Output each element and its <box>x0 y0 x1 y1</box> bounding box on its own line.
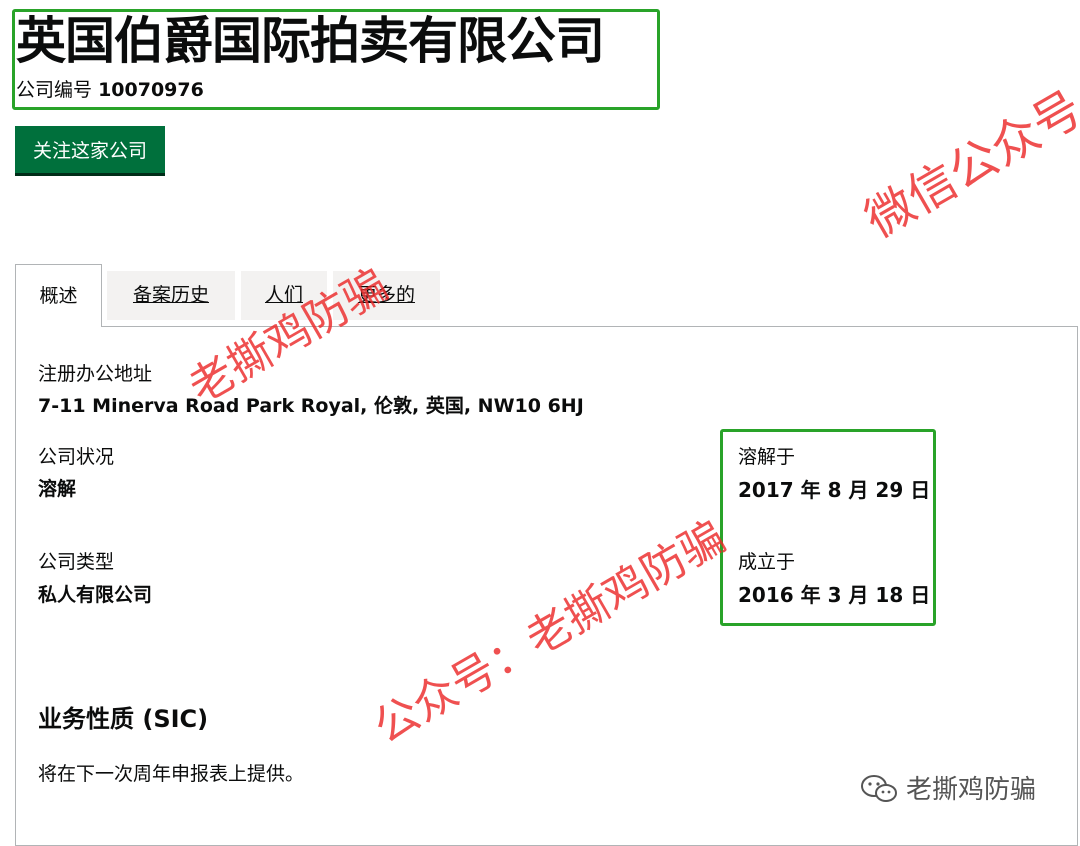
tab-overview[interactable]: 概述 <box>15 264 102 327</box>
overview-panel <box>15 326 1078 846</box>
tab-people[interactable]: 人们 <box>241 271 327 320</box>
highlight-box-header <box>12 9 660 110</box>
tab-more[interactable]: 更多的 <box>333 271 440 320</box>
tab-filing-history[interactable]: 备案历史 <box>107 271 235 320</box>
wechat-icon <box>860 774 898 812</box>
brand-watermark-text: 老撕鸡防骗 <box>906 775 1037 805</box>
brand-watermark: 老撕鸡防骗 <box>860 774 1036 812</box>
follow-company-button[interactable]: 关注这家公司 <box>15 126 165 173</box>
watermark-wechat-public: 微信公众号 <box>856 80 1080 249</box>
